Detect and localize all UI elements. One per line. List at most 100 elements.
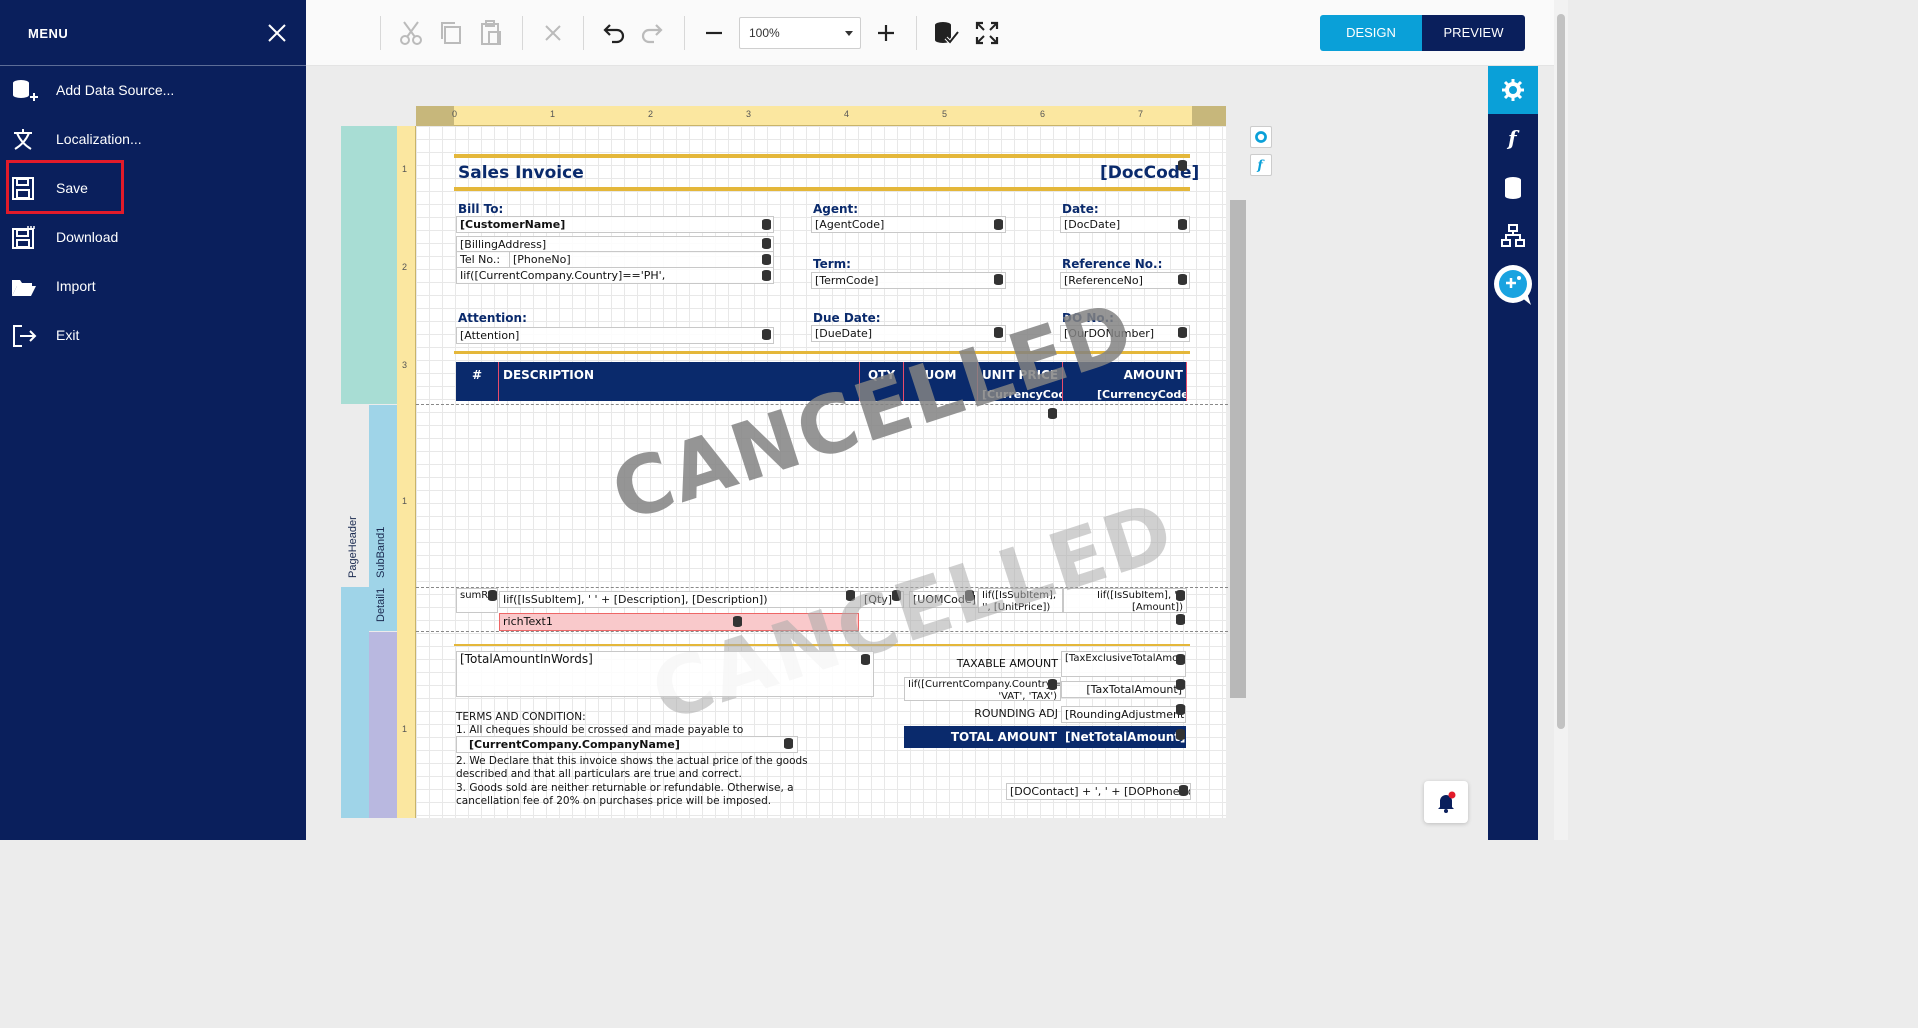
- gold-rule: [454, 154, 1190, 158]
- do-contact-field[interactable]: [DOContact] + ', ' + [DOPhoneNo]: [1006, 783, 1191, 800]
- close-icon[interactable]: [266, 22, 288, 44]
- database-icon: [1176, 679, 1185, 690]
- horizontal-ruler: 0 1 2 3 4 5 6 7: [416, 106, 1226, 126]
- terms-line-2a[interactable]: 2. We Declare that this invoice shows th…: [456, 755, 808, 768]
- database-icon: [1179, 785, 1188, 796]
- validate-database-icon[interactable]: [931, 18, 961, 48]
- customer-name-field[interactable]: [CustomerName]: [456, 216, 774, 233]
- ruler-tick: 6: [1040, 109, 1046, 119]
- column-header-number[interactable]: #: [456, 362, 499, 388]
- ruler-tick: 7: [1138, 109, 1144, 119]
- properties-tab[interactable]: [1488, 66, 1538, 114]
- reference-label[interactable]: Reference No.:: [1062, 257, 1162, 271]
- zoom-select[interactable]: 100%: [739, 17, 861, 49]
- toolbar-divider: [916, 16, 917, 50]
- ruler-tick: 0: [452, 109, 458, 119]
- database-icon: [1178, 274, 1187, 285]
- menu-item-localization[interactable]: Localization...: [0, 117, 306, 161]
- band-footer[interactable]: [369, 632, 397, 818]
- database-icon: [1178, 219, 1187, 230]
- bill-to-label[interactable]: Bill To:: [458, 202, 503, 216]
- menu-item-label: Add Data Source...: [56, 82, 175, 98]
- menu-item-label: Download: [56, 229, 119, 245]
- zoom-in-icon[interactable]: [871, 18, 901, 48]
- fullscreen-icon[interactable]: [972, 18, 1002, 48]
- field-list-tab[interactable]: [1488, 164, 1538, 212]
- database-icon: [762, 270, 771, 281]
- attention-field[interactable]: [Attention]: [456, 327, 774, 344]
- menu-item-label: Import: [56, 278, 96, 294]
- terms-line-3b[interactable]: cancellation fee of 20% on purchases pri…: [456, 795, 771, 808]
- ruler-tick: 1: [550, 109, 556, 119]
- canvas-scrollbar[interactable]: [1230, 200, 1246, 698]
- translate-icon: [14, 129, 32, 150]
- agent-code-field[interactable]: [AgentCode]: [811, 216, 1006, 233]
- terms-line-3a[interactable]: 3. Goods sold are neither returnable or …: [456, 782, 794, 795]
- exit-icon: [13, 325, 37, 347]
- ai-assistant-tab[interactable]: [1488, 261, 1538, 309]
- tel-label[interactable]: Tel No.:: [456, 251, 510, 268]
- report-page[interactable]: Sales Invoice [DocCode] Bill To: [Custom…: [416, 126, 1228, 818]
- tax-exclusive-field[interactable]: [TaxExclusiveTotalAmount]: [1061, 651, 1186, 677]
- report-title[interactable]: Sales Invoice: [458, 163, 584, 183]
- reference-no-field[interactable]: [ReferenceNo]: [1060, 272, 1190, 289]
- attention-label[interactable]: Attention:: [458, 311, 527, 325]
- date-label[interactable]: Date:: [1062, 202, 1099, 216]
- delete-icon[interactable]: [538, 18, 568, 48]
- database-icon: [762, 254, 771, 265]
- menu-item-label: Exit: [56, 327, 80, 343]
- ruler-tick: 3: [402, 360, 408, 370]
- gold-rule: [454, 187, 1190, 191]
- rounding-field[interactable]: [RoundingAdjustment]: [1061, 706, 1186, 723]
- menu-item-add-data-source[interactable]: Add Data Source...: [0, 68, 306, 112]
- net-total-field[interactable]: [NetTotalAmount]: [1061, 726, 1186, 748]
- total-amount-label[interactable]: TOTAL AMOUNT: [904, 726, 1061, 748]
- phone-no-field[interactable]: [PhoneNo]: [509, 251, 774, 268]
- agent-label[interactable]: Agent:: [813, 202, 858, 216]
- database-icon: [762, 238, 771, 249]
- right-tool-rail: f: [1488, 66, 1538, 840]
- term-code-field[interactable]: [TermCode]: [811, 272, 1006, 289]
- band-page-header[interactable]: [341, 126, 397, 404]
- preview-button[interactable]: PREVIEW: [1422, 15, 1525, 51]
- gear-icon[interactable]: [1250, 126, 1272, 148]
- ruler-tick: 4: [844, 109, 850, 119]
- database-icon: [762, 219, 771, 230]
- ruler-tick: 3: [746, 109, 752, 119]
- vat-expression-field[interactable]: Iif([CurrentCompany.Country]=='PH', 'VAT…: [904, 677, 1061, 701]
- notifications-button[interactable]: [1424, 781, 1468, 823]
- country-expression-field[interactable]: Iif([CurrentCompany.Country]=='PH',: [456, 267, 774, 284]
- zoom-out-icon[interactable]: [699, 18, 729, 48]
- due-date-label[interactable]: Due Date:: [813, 311, 881, 325]
- menu-item-exit[interactable]: Exit: [0, 313, 306, 357]
- menu-divider: [0, 65, 306, 66]
- cut-icon[interactable]: [396, 18, 426, 48]
- taxable-amount-label[interactable]: TAXABLE AMOUNT: [904, 656, 1061, 671]
- menu-item-import[interactable]: Import: [0, 264, 306, 308]
- copy-icon[interactable]: [436, 18, 466, 48]
- doc-date-field[interactable]: [DocDate]: [1060, 216, 1190, 233]
- function-icon[interactable]: f: [1250, 154, 1272, 176]
- rounding-label[interactable]: ROUNDING ADJ: [904, 706, 1061, 721]
- add-database-icon: [13, 80, 38, 101]
- design-canvas[interactable]: 0 1 2 3 4 5 6 7 PageHeader SubBand1 Deta…: [306, 66, 1488, 840]
- band-label-sub-band: SubBand1: [375, 526, 387, 578]
- report-explorer-tab[interactable]: [1488, 212, 1538, 260]
- chat-assistant-icon: [1494, 265, 1532, 305]
- terms-line-2b[interactable]: described and that all particulars are t…: [456, 768, 742, 781]
- menu-item-download[interactable]: Download: [0, 215, 306, 259]
- company-name-field[interactable]: [CurrentCompany.CompanyName]: [456, 736, 798, 753]
- undo-icon[interactable]: [598, 18, 628, 48]
- database-icon: [488, 590, 497, 601]
- paste-icon[interactable]: [476, 18, 506, 48]
- database-icon: [1176, 654, 1185, 665]
- term-label[interactable]: Term:: [813, 257, 851, 271]
- redo-icon[interactable]: [638, 18, 668, 48]
- tax-total-field[interactable]: [TaxTotalAmount]: [1061, 681, 1186, 698]
- total-in-words-field[interactable]: [TotalAmountInWords]: [456, 651, 874, 697]
- terms-title[interactable]: TERMS AND CONDITION:: [456, 711, 586, 724]
- design-button[interactable]: DESIGN: [1320, 15, 1422, 51]
- page-scrollbar-thumb[interactable]: [1557, 14, 1565, 729]
- toolbar-divider: [684, 16, 685, 50]
- expressions-tab[interactable]: f: [1488, 114, 1538, 162]
